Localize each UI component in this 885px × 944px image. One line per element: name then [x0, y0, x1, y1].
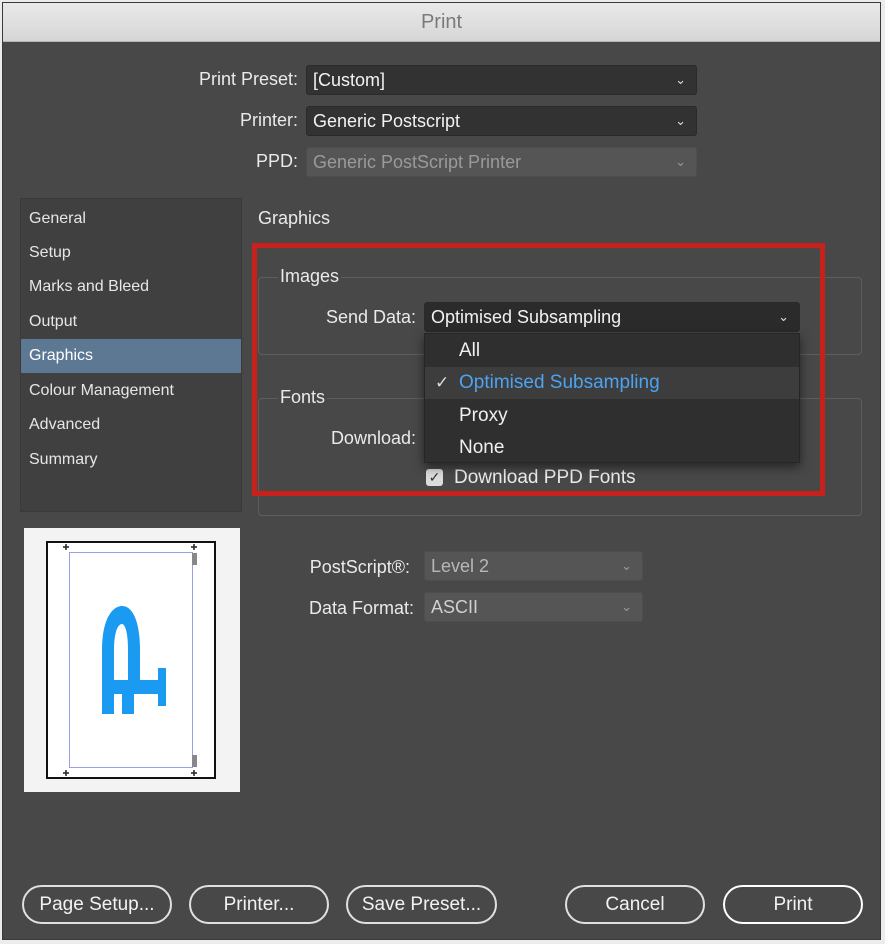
ppd-value: Generic PostScript Printer	[313, 151, 522, 172]
save-preset-button[interactable]: Save Preset...	[346, 885, 497, 924]
sidebar-item-advanced[interactable]: Advanced	[21, 408, 241, 442]
window-title: Print	[3, 3, 880, 42]
sidebar-item-setup[interactable]: Setup	[21, 236, 241, 270]
postscript-select[interactable]: Level 2 ⌄	[424, 551, 643, 581]
section-title: Graphics	[258, 208, 331, 228]
data-format-label: Data Format:	[308, 598, 414, 618]
page-setup-button[interactable]: Page Setup...	[22, 885, 172, 924]
preview-glyph	[102, 606, 166, 714]
sidebar-item-output[interactable]: Output	[21, 305, 241, 339]
printer-label: Printer:	[239, 110, 298, 130]
sidebar: General Setup Marks and Bleed Output Gra…	[20, 198, 242, 512]
printer-button[interactable]: Printer...	[189, 885, 329, 924]
print-preset-select[interactable]: [Custom] ⌄	[306, 65, 697, 95]
print-preset-label: Print Preset:	[198, 69, 298, 89]
chevron-down-icon: ⌄	[675, 154, 686, 169]
data-format-value: ASCII	[431, 596, 479, 617]
sidebar-item-marks-and-bleed[interactable]: Marks and Bleed	[21, 270, 241, 304]
sidebar-item-summary[interactable]: Summary	[21, 443, 241, 477]
chevron-down-icon: ⌄	[621, 599, 632, 614]
print-button[interactable]: Print	[723, 885, 863, 924]
chevron-down-icon: ⌄	[675, 113, 686, 128]
chevron-down-icon: ⌄	[621, 558, 632, 573]
cancel-button[interactable]: Cancel	[565, 885, 705, 924]
printer-select[interactable]: Generic Postscript ⌄	[306, 106, 697, 136]
printer-value: Generic Postscript	[313, 110, 461, 131]
sidebar-item-colour-management[interactable]: Colour Management	[21, 374, 241, 408]
ppd-label: PPD:	[255, 151, 298, 171]
sidebar-item-graphics[interactable]: Graphics	[21, 339, 241, 373]
highlight-annotation	[252, 243, 825, 496]
data-format-select[interactable]: ASCII ⌄	[424, 592, 643, 622]
postscript-value: Level 2	[431, 555, 490, 576]
ppd-select: Generic PostScript Printer ⌄	[306, 147, 697, 177]
sidebar-item-general[interactable]: General	[21, 202, 241, 236]
print-preset-value: [Custom]	[313, 69, 386, 90]
chevron-down-icon: ⌄	[675, 72, 686, 87]
postscript-label: PostScript®:	[309, 557, 410, 577]
